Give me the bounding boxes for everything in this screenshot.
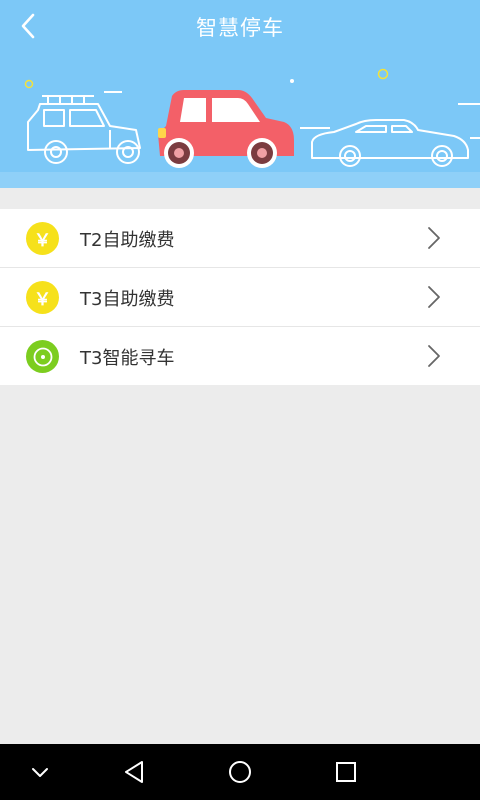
header-banner: 智慧停车 xyxy=(0,0,480,188)
menu-item-label: T3自助缴费 xyxy=(80,289,175,310)
menu-item-t3-find-car[interactable]: T3智能寻车 xyxy=(0,327,480,385)
menu-item-t3-payment[interactable]: ￥ T3自助缴费 xyxy=(0,268,480,327)
page-title: 智慧停车 xyxy=(196,16,284,40)
menu-item-label: T2自助缴费 xyxy=(80,230,175,251)
nav-back-button[interactable] xyxy=(116,756,152,788)
nav-home-button[interactable] xyxy=(222,756,258,788)
system-nav-bar xyxy=(0,744,480,800)
sparkle-dot xyxy=(290,79,294,83)
collapse-down-icon xyxy=(32,768,48,777)
yuan-glyph: ￥ xyxy=(34,290,51,310)
target-ring-icon xyxy=(33,347,52,366)
sparkle-circle-left xyxy=(24,79,34,89)
chevron-right-icon xyxy=(428,286,440,308)
collapse-button[interactable] xyxy=(22,756,58,788)
recents-square-icon xyxy=(336,762,356,782)
parking-cars-illustration xyxy=(24,68,480,168)
chevron-right-icon xyxy=(428,227,440,249)
chevron-right-icon xyxy=(428,345,440,367)
sports-car-outline xyxy=(311,119,469,167)
road-strip xyxy=(0,172,480,188)
yuan-icon: ￥ xyxy=(26,222,59,255)
menu-item-label: T3智能寻车 xyxy=(80,348,175,369)
menu-item-t2-payment[interactable]: ￥ T2自助缴费 xyxy=(0,209,480,268)
jeep-outline xyxy=(27,95,141,164)
red-car xyxy=(158,90,294,168)
back-triangle-icon xyxy=(125,761,143,783)
yuan-icon: ￥ xyxy=(26,281,59,314)
service-menu: ￥ T2自助缴费 ￥ T3自助缴费 T3智能寻车 xyxy=(0,209,480,385)
nav-recents-button[interactable] xyxy=(328,756,364,788)
sparkle-circle-right xyxy=(377,68,389,80)
yuan-glyph: ￥ xyxy=(34,231,51,251)
target-icon xyxy=(26,340,59,373)
home-circle-icon xyxy=(229,761,251,783)
